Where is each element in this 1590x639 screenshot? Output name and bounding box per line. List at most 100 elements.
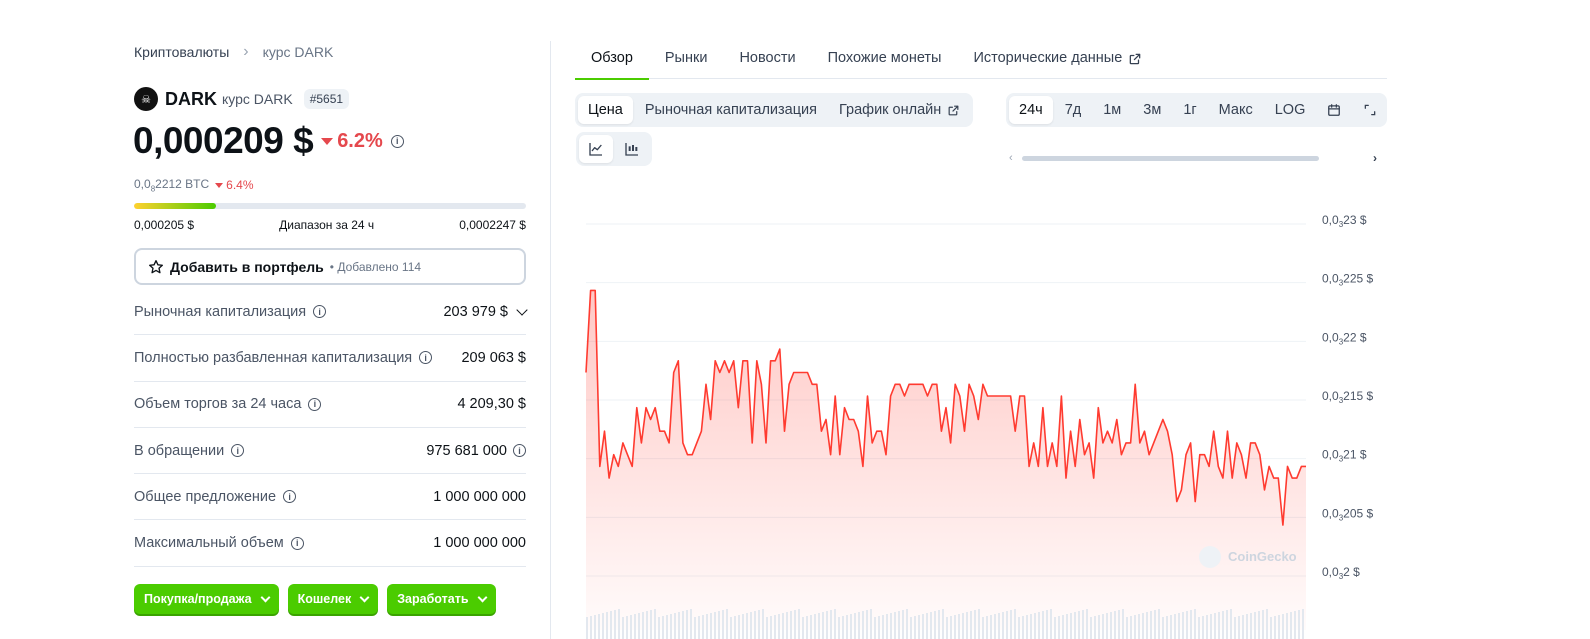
add-to-portfolio-button[interactable]: Добавить в портфель • Добавлено 114 xyxy=(134,248,526,285)
star-icon xyxy=(149,259,163,273)
volume-bar xyxy=(634,614,636,639)
volume-bar xyxy=(986,616,988,639)
info-icon[interactable]: i xyxy=(390,134,404,148)
tab-overview[interactable]: Обзор xyxy=(575,42,649,80)
price-chart[interactable]: 0,0323 $ 0,03225 $ 0,0322 $ 0,03215 $ 0,0321… xyxy=(576,200,1387,639)
chart-market-cap-button[interactable]: Рыночная капитализация xyxy=(635,96,827,124)
volume-bar xyxy=(1210,614,1212,639)
portfolio-added-count: • Добавлено 114 xyxy=(329,259,422,274)
tab-historical-data[interactable]: Исторические данные xyxy=(957,42,1158,79)
range-1m-button[interactable]: 1м xyxy=(1093,96,1131,124)
chart-live-button[interactable]: График онлайн xyxy=(829,96,970,124)
volume-bar xyxy=(838,617,840,639)
range-7d-button[interactable]: 7д xyxy=(1055,96,1092,124)
range-3m-button[interactable]: 3м xyxy=(1133,96,1171,124)
y-tick-label: 0,0322 $ xyxy=(1322,330,1367,346)
volume-bar xyxy=(1106,613,1108,639)
volume-bar xyxy=(666,615,668,639)
scroll-left-icon[interactable]: ‹ xyxy=(1009,152,1013,164)
calendar-button[interactable] xyxy=(1317,96,1351,124)
volume-bar xyxy=(1202,616,1204,639)
range-24h-labels: 0,000205 $ Диапазон за 24 ч 0,0002247 $ xyxy=(134,218,526,232)
info-icon[interactable]: i xyxy=(419,351,433,365)
info-icon[interactable]: i xyxy=(231,444,245,458)
volume-bar xyxy=(750,612,752,639)
volume-bar xyxy=(946,617,948,639)
info-icon[interactable]: i xyxy=(308,397,322,411)
candlestick-chart-button[interactable] xyxy=(615,135,649,163)
volume-bar xyxy=(918,615,920,639)
stat-value: 1 000 000 000 xyxy=(433,488,526,505)
volume-bar xyxy=(950,616,952,639)
scroll-right-icon[interactable]: › xyxy=(1373,151,1377,165)
stat-label: Максимальный объем xyxy=(134,535,284,552)
volume-bar xyxy=(826,611,828,639)
range-24h-button[interactable]: 24ч xyxy=(1009,96,1053,124)
volume-bar xyxy=(1170,615,1172,639)
volume-bar xyxy=(610,611,612,639)
tab-markets[interactable]: Рынки xyxy=(649,42,724,79)
stat-row-market-cap: Рыночная капитализация i 203 979 $ xyxy=(134,289,528,336)
volume-bar xyxy=(1146,612,1148,639)
volume-bar xyxy=(734,616,736,639)
volume-bar xyxy=(1266,609,1268,639)
breadcrumb-root-link[interactable]: Криптовалюты xyxy=(134,44,229,60)
volume-bar xyxy=(858,612,860,639)
buy-sell-label: Покупка/продажа xyxy=(144,592,252,606)
breadcrumb-current: курс DARK xyxy=(262,44,334,60)
volume-bar xyxy=(862,611,864,639)
volume-bar xyxy=(1206,615,1208,639)
volume-bar xyxy=(606,612,608,639)
volume-bar xyxy=(1178,613,1180,639)
volume-bar xyxy=(670,614,672,639)
volume-bar xyxy=(970,611,972,639)
volume-bar xyxy=(878,616,880,639)
tab-news[interactable]: Новости xyxy=(723,42,811,79)
volume-bar xyxy=(598,614,600,639)
volume-bar xyxy=(1030,614,1032,639)
chart-price-button[interactable]: Цена xyxy=(578,96,633,124)
volume-bar xyxy=(1278,615,1280,639)
volume-bar xyxy=(1022,616,1024,639)
stat-value[interactable]: 203 979 $ xyxy=(443,304,528,320)
volume-bar xyxy=(694,617,696,639)
fullscreen-button[interactable] xyxy=(1353,96,1387,124)
range-scrollbar[interactable] xyxy=(1022,156,1319,161)
info-icon[interactable]: i xyxy=(313,305,327,319)
coin-header: ☠ DARK курс DARK #5651 xyxy=(134,87,350,111)
time-range-toggle: 24ч 7д 1м 3м 1г Макс LOG xyxy=(1006,93,1387,127)
volume-bar xyxy=(870,609,872,639)
volume-bar xyxy=(866,610,868,639)
wallet-button[interactable]: Кошелек xyxy=(287,584,379,614)
stat-label: В обращении xyxy=(134,442,225,459)
volume-bar xyxy=(722,610,724,639)
range-1y-button[interactable]: 1г xyxy=(1173,96,1206,124)
volume-bar xyxy=(594,615,596,639)
volume-bar xyxy=(1130,616,1132,639)
tab-similar-coins[interactable]: Похожие монеты xyxy=(812,42,958,79)
y-tick-label: 0,032 $ xyxy=(1322,565,1360,581)
volume-bar xyxy=(706,614,708,639)
volume-bar xyxy=(830,610,832,639)
range-max-button[interactable]: Макс xyxy=(1209,96,1263,124)
chevron-right-icon: › xyxy=(243,43,249,60)
volume-bar xyxy=(882,615,884,639)
info-icon[interactable]: i xyxy=(513,444,526,458)
buy-sell-button[interactable]: Покупка/продажа xyxy=(134,584,279,614)
volume-bar xyxy=(766,617,768,639)
volume-bar xyxy=(678,612,680,639)
volume-bar xyxy=(854,613,856,639)
earn-button[interactable]: Заработать xyxy=(387,584,496,614)
info-icon[interactable]: i xyxy=(283,490,297,504)
volume-bar xyxy=(1214,613,1216,639)
external-link-icon xyxy=(1129,53,1141,65)
volume-bar xyxy=(850,614,852,639)
stat-row-volume: Объем торгов за 24 часа i 4 209,30 $ xyxy=(134,382,526,428)
volume-bar xyxy=(1234,617,1236,639)
line-chart-button[interactable] xyxy=(579,135,613,163)
calendar-icon xyxy=(1328,104,1341,116)
log-scale-button[interactable]: LOG xyxy=(1265,96,1316,124)
info-icon[interactable]: i xyxy=(290,536,304,550)
chevron-down-icon xyxy=(359,592,370,602)
volume-bar xyxy=(1222,611,1224,639)
